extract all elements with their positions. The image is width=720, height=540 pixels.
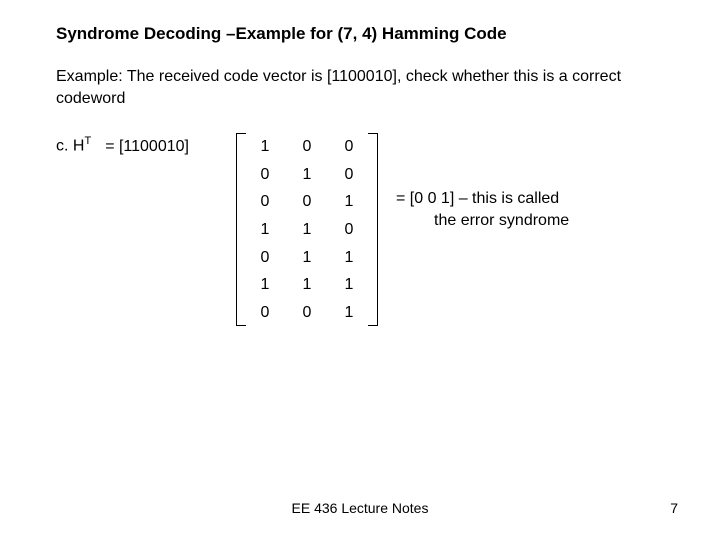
matrix-cell: 0 [244,299,286,327]
example-text: Example: The received code vector is [11… [56,66,664,109]
matrix-row: 111 [244,271,370,299]
matrix-cell: 1 [328,244,370,272]
matrix-cell: 0 [286,133,328,161]
matrix-cell: 1 [244,216,286,244]
matrix-cell: 0 [328,161,370,189]
matrix-row: 010 [244,161,370,189]
matrix-cell: 1 [244,271,286,299]
matrix-cell: 1 [286,161,328,189]
result-line2: the error syndrome [396,210,569,232]
matrix-row: 100 [244,133,370,161]
matrix-row: 110 [244,216,370,244]
matrix-cell: 1 [328,188,370,216]
lhs-superscript: T [84,135,91,147]
lhs-vector: = [1100010] [105,138,189,156]
bracket-left-icon [236,133,246,326]
matrix: 100 010 001 110 011 111 001 [236,133,378,326]
equation-lhs: c. HT = [1100010] [56,133,226,155]
lhs-symbol: c. HT [56,135,91,155]
matrix-row: 011 [244,244,370,272]
matrix-cell: 1 [328,299,370,327]
bracket-right-icon [368,133,378,326]
page-number: 7 [670,500,678,516]
matrix-cell: 1 [286,244,328,272]
matrix-cell: 0 [244,244,286,272]
matrix-cell: 1 [286,216,328,244]
matrix-cell: 1 [286,271,328,299]
slide: Syndrome Decoding –Example for (7, 4) Ha… [0,0,720,326]
slide-title: Syndrome Decoding –Example for (7, 4) Ha… [56,24,664,44]
lhs-base: c. H [56,138,84,155]
matrix-cell: 1 [244,133,286,161]
matrix-cell: 1 [328,271,370,299]
equation-row: c. HT = [1100010] 100 010 001 110 011 11… [56,133,664,326]
matrix-table: 100 010 001 110 011 111 001 [244,133,370,326]
matrix-cell: 0 [286,299,328,327]
footer-text: EE 436 Lecture Notes [0,500,720,516]
result-text: = [0 0 1] – this is called the error syn… [388,133,569,231]
matrix-cell: 0 [244,188,286,216]
matrix-cell: 0 [244,161,286,189]
matrix-row: 001 [244,188,370,216]
result-line1: = [0 0 1] – this is called [396,188,569,210]
matrix-cell: 0 [328,216,370,244]
matrix-cell: 0 [286,188,328,216]
matrix-cell: 0 [328,133,370,161]
matrix-row: 001 [244,299,370,327]
